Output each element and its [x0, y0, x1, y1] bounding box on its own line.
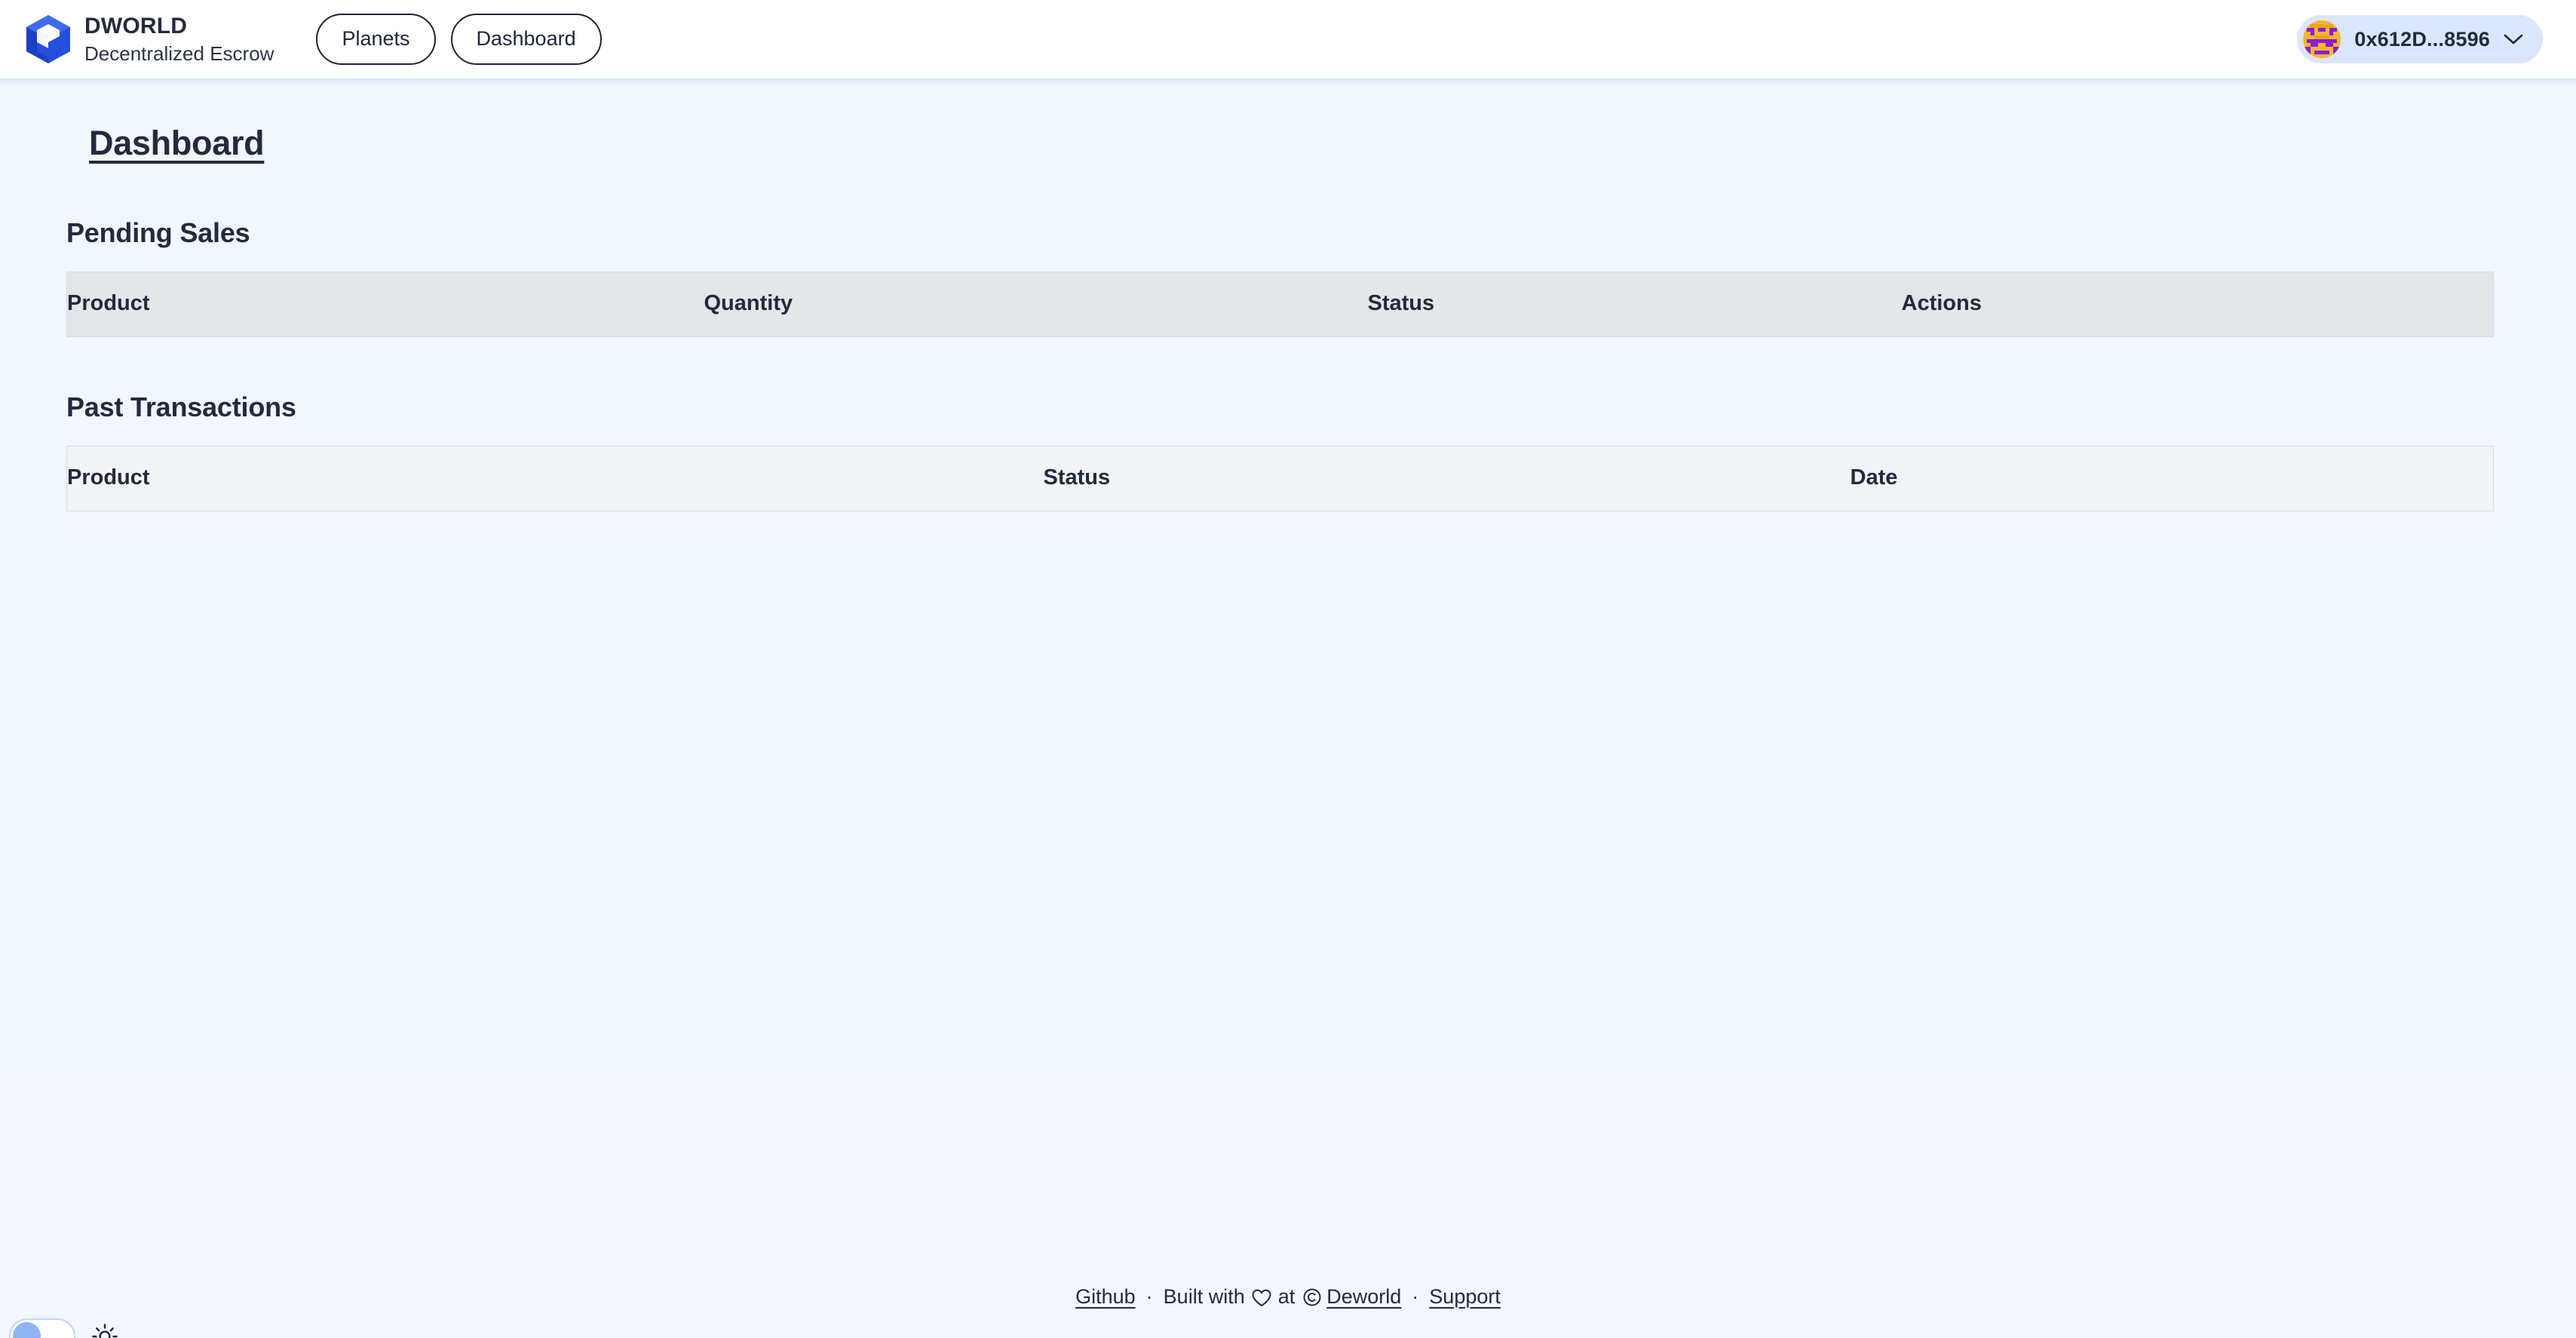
nav-dashboard[interactable]: Dashboard	[450, 14, 602, 65]
footer-github-link[interactable]: Github	[1075, 1285, 1136, 1309]
pending-sales-thead: Product Quantity Status Actions	[66, 272, 2494, 337]
page-title: Dashboard	[89, 124, 265, 162]
column-header-status[interactable]: Status	[1367, 272, 1902, 337]
pending-sales-table: Product Quantity Status Actions	[66, 272, 2494, 337]
footer-support-link[interactable]: Support	[1429, 1285, 1501, 1309]
past-transactions-table: Product Status Date	[66, 446, 2494, 511]
pending-sales-header-row: Product Quantity Status Actions	[66, 272, 2494, 337]
content-wrapper: Dashboard Pending Sales Product Quantity…	[0, 124, 2576, 511]
section-past-transactions: Past Transactions Product Status Date	[66, 391, 2510, 511]
column-header-actions[interactable]: Actions	[1901, 272, 2494, 337]
sun-icon[interactable]	[92, 1324, 118, 1338]
footer-separator: ·	[1145, 1284, 1153, 1308]
cube-logo-icon	[26, 14, 70, 63]
app-footer: Github · Built with at Deworld · Support	[0, 1255, 2576, 1338]
footer-deworld-link[interactable]: Deworld	[1326, 1285, 1401, 1309]
wallet-address: 0x612D...8596	[2354, 27, 2490, 51]
theme-toggle-wrap	[9, 1318, 118, 1338]
copyright-icon	[1303, 1288, 1321, 1306]
footer-links: Github · Built with at Deworld · Support	[1075, 1285, 1501, 1309]
column-header-product[interactable]: Product	[66, 446, 1044, 511]
pixel-identicon-avatar	[2303, 20, 2341, 58]
footer-separator-2: ·	[1412, 1284, 1419, 1308]
past-transactions-header-row: Product Status Date	[66, 446, 2494, 511]
column-header-quantity[interactable]: Quantity	[704, 272, 1368, 337]
main-nav: Planets Dashboard	[316, 14, 602, 65]
brand[interactable]: DWORLD Decentralized Escrow	[15, 13, 274, 66]
footer-at-text: at	[1277, 1284, 1296, 1308]
nav-planets[interactable]: Planets	[316, 14, 436, 65]
main-content: Dashboard Pending Sales Product Quantity…	[0, 78, 2576, 1080]
column-header-status[interactable]: Status	[1043, 446, 1851, 511]
section-pending-sales: Pending Sales Product Quantity Status Ac…	[66, 217, 2510, 337]
footer-zone: Github · Built with at Deworld · Support	[0, 1080, 2576, 1338]
app-root: DWORLD Decentralized Escrow Planets Dash…	[0, 0, 2576, 1338]
theme-toggle-knob	[13, 1322, 41, 1338]
column-header-product[interactable]: Product	[66, 272, 704, 337]
chevron-down-icon[interactable]	[2504, 33, 2523, 45]
brand-text: DWORLD Decentralized Escrow	[84, 13, 274, 66]
brand-subtitle: Decentralized Escrow	[84, 41, 274, 65]
heart-outline-icon	[1252, 1289, 1271, 1307]
wallet-button[interactable]: 0x612D...8596	[2297, 15, 2543, 63]
pending-sales-title: Pending Sales	[66, 217, 250, 248]
past-transactions-thead: Product Status Date	[66, 446, 2494, 511]
brand-title: DWORLD	[84, 13, 188, 38]
footer-built-with-text: Built with	[1163, 1284, 1245, 1308]
theme-toggle[interactable]	[9, 1318, 75, 1338]
past-transactions-title: Past Transactions	[66, 391, 296, 422]
app-header: DWORLD Decentralized Escrow Planets Dash…	[0, 0, 2576, 86]
column-header-date[interactable]: Date	[1850, 446, 2494, 511]
